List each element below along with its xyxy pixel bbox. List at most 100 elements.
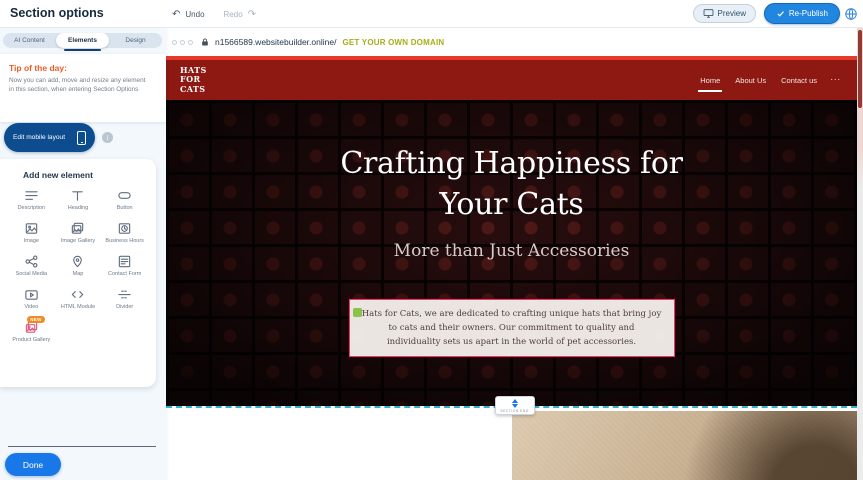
language-globe-icon[interactable] xyxy=(844,7,858,21)
sidebar-tabs: AI Content Elements Design xyxy=(3,33,162,48)
browser-dot xyxy=(172,40,177,45)
element-label: Button xyxy=(117,205,133,212)
section-resize-handle[interactable]: SECTION END xyxy=(495,396,535,415)
element-item-image[interactable]: Image xyxy=(8,221,55,245)
resize-arrow-down-icon xyxy=(512,404,518,408)
preview-button[interactable]: Preview xyxy=(693,4,756,23)
hero-heading-line2: Your Cats xyxy=(166,185,857,226)
element-item-product-gallery[interactable]: NEW Product Gallery xyxy=(8,320,55,344)
tip-title: Tip of the day: xyxy=(9,63,157,73)
tip-of-the-day-card: Tip of the day: Now you can add, move an… xyxy=(0,54,166,122)
resize-arrow-up-icon xyxy=(512,399,518,403)
image-gallery-icon xyxy=(70,221,85,236)
element-label: Contact Form xyxy=(108,271,141,278)
section-end-label: SECTION END xyxy=(500,409,528,413)
element-label: Video xyxy=(24,304,38,311)
redo-icon[interactable]: ↷ xyxy=(248,9,256,20)
element-label: Product Gallery xyxy=(12,337,50,344)
element-label: Heading xyxy=(68,205,89,212)
add-element-title: Add new element xyxy=(23,170,156,180)
mobile-phone-icon xyxy=(77,131,86,145)
hero-section[interactable]: Crafting Happiness for Your Cats More th… xyxy=(166,100,857,406)
page-title: Section options xyxy=(10,6,104,20)
republish-label: Re-Publish xyxy=(789,9,828,18)
element-item-image-gallery[interactable]: Image Gallery xyxy=(55,221,102,245)
element-item-button[interactable]: Button xyxy=(101,188,148,212)
undo-button[interactable]: Undo xyxy=(185,10,204,19)
element-item-contact-form[interactable]: Contact Form xyxy=(101,254,148,278)
business-hours-icon xyxy=(117,221,132,236)
site-url[interactable]: n1566589.websitebuilder.online/ xyxy=(215,37,336,47)
undo-icon[interactable]: ↶ xyxy=(172,9,180,20)
cat-on-carpet-image[interactable] xyxy=(512,411,857,480)
site-preview: Hats For Cats Home About Us Contact us .… xyxy=(166,56,857,406)
republish-button[interactable]: Re-Publish xyxy=(764,3,840,24)
social-media-icon xyxy=(24,254,39,269)
get-domain-link[interactable]: GET YOUR OWN DOMAIN xyxy=(342,38,444,47)
edit-mobile-layout-button[interactable]: Edit mobile layout xyxy=(4,123,95,152)
browser-dot xyxy=(180,40,185,45)
element-label: Divider xyxy=(116,304,133,311)
site-logo[interactable]: Hats For Cats xyxy=(180,66,228,94)
tab-design[interactable]: Design xyxy=(109,33,162,48)
top-toolbar: Section options ↶ Undo Redo ↷ Preview Re… xyxy=(0,0,863,28)
site-nav: Home About Us Contact us xyxy=(700,60,817,100)
site-address-bar: n1566589.websitebuilder.online/ GET YOUR… xyxy=(166,28,863,56)
element-label: Description xyxy=(18,205,46,212)
hero-heading[interactable]: Crafting Happiness for Your Cats xyxy=(166,144,857,225)
undo-redo-group: ↶ Undo Redo ↷ xyxy=(172,0,256,28)
next-site-section xyxy=(166,407,857,480)
section-options-sidebar: AI Content Elements Design Tip of the da… xyxy=(0,28,166,480)
hero-heading-line1: Crafting Happiness for xyxy=(166,144,857,185)
add-new-element-panel: Add new element Description Heading Butt… xyxy=(0,159,156,387)
contact-form-icon xyxy=(117,254,132,269)
element-label: HTML Module xyxy=(61,304,95,311)
nav-item-home[interactable]: Home xyxy=(700,76,720,85)
edit-mobile-layout-label: Edit mobile layout xyxy=(13,134,65,141)
sidebar-divider xyxy=(8,446,156,447)
selected-paragraph-element[interactable]: Hats for Cats, we are dedicated to craft… xyxy=(349,299,675,357)
video-icon xyxy=(24,287,39,302)
check-icon xyxy=(776,9,785,18)
tab-ai-content[interactable]: AI Content xyxy=(3,33,56,48)
new-badge: NEW xyxy=(27,316,44,323)
element-item-business-hours[interactable]: Business Hours xyxy=(101,221,148,245)
element-label: Image Gallery xyxy=(61,238,95,245)
element-label: Business Hours xyxy=(105,238,144,245)
site-header: Hats For Cats Home About Us Contact us .… xyxy=(166,60,857,100)
nav-more-menu[interactable]: ... xyxy=(830,72,841,82)
element-item-heading[interactable]: Heading xyxy=(55,188,102,212)
website-builder-app: Section options ↶ Undo Redo ↷ Preview Re… xyxy=(0,0,863,480)
tip-body: Now you can add, move and resize any ele… xyxy=(9,77,151,95)
browser-dots xyxy=(172,40,193,45)
preview-label: Preview xyxy=(718,9,746,18)
element-label: Map xyxy=(73,271,84,278)
heading-icon xyxy=(70,188,85,203)
button-icon xyxy=(117,188,132,203)
browser-dot xyxy=(188,40,193,45)
element-drag-handle[interactable] xyxy=(353,308,362,317)
hero-subheading[interactable]: More than Just Accessories xyxy=(166,241,857,261)
divider-icon xyxy=(117,287,132,302)
element-item-social-media[interactable]: Social Media xyxy=(8,254,55,278)
html-code-icon xyxy=(70,287,85,302)
info-icon[interactable]: i xyxy=(102,132,113,143)
map-pin-icon xyxy=(70,254,85,269)
hero-paragraph-text: Hats for Cats, we are dedicated to craft… xyxy=(362,309,662,347)
element-item-divider[interactable]: Divider xyxy=(101,287,148,311)
lock-icon xyxy=(200,36,210,48)
element-item-map[interactable]: Map xyxy=(55,254,102,278)
element-item-video[interactable]: Video xyxy=(8,287,55,311)
editor-canvas: n1566589.websitebuilder.online/ GET YOUR… xyxy=(166,28,863,480)
canvas-scrollbar[interactable] xyxy=(857,28,863,480)
redo-button[interactable]: Redo xyxy=(224,10,243,19)
nav-item-contact-us[interactable]: Contact us xyxy=(781,76,817,85)
monitor-icon xyxy=(703,8,714,19)
element-item-description[interactable]: Description xyxy=(8,188,55,212)
scrollbar-thumb[interactable] xyxy=(858,30,862,108)
tab-elements[interactable]: Elements xyxy=(56,33,109,48)
element-item-html-module[interactable]: HTML Module xyxy=(55,287,102,311)
element-label: Social Media xyxy=(16,271,48,278)
nav-item-about-us[interactable]: About Us xyxy=(735,76,766,85)
done-button[interactable]: Done xyxy=(5,453,61,476)
